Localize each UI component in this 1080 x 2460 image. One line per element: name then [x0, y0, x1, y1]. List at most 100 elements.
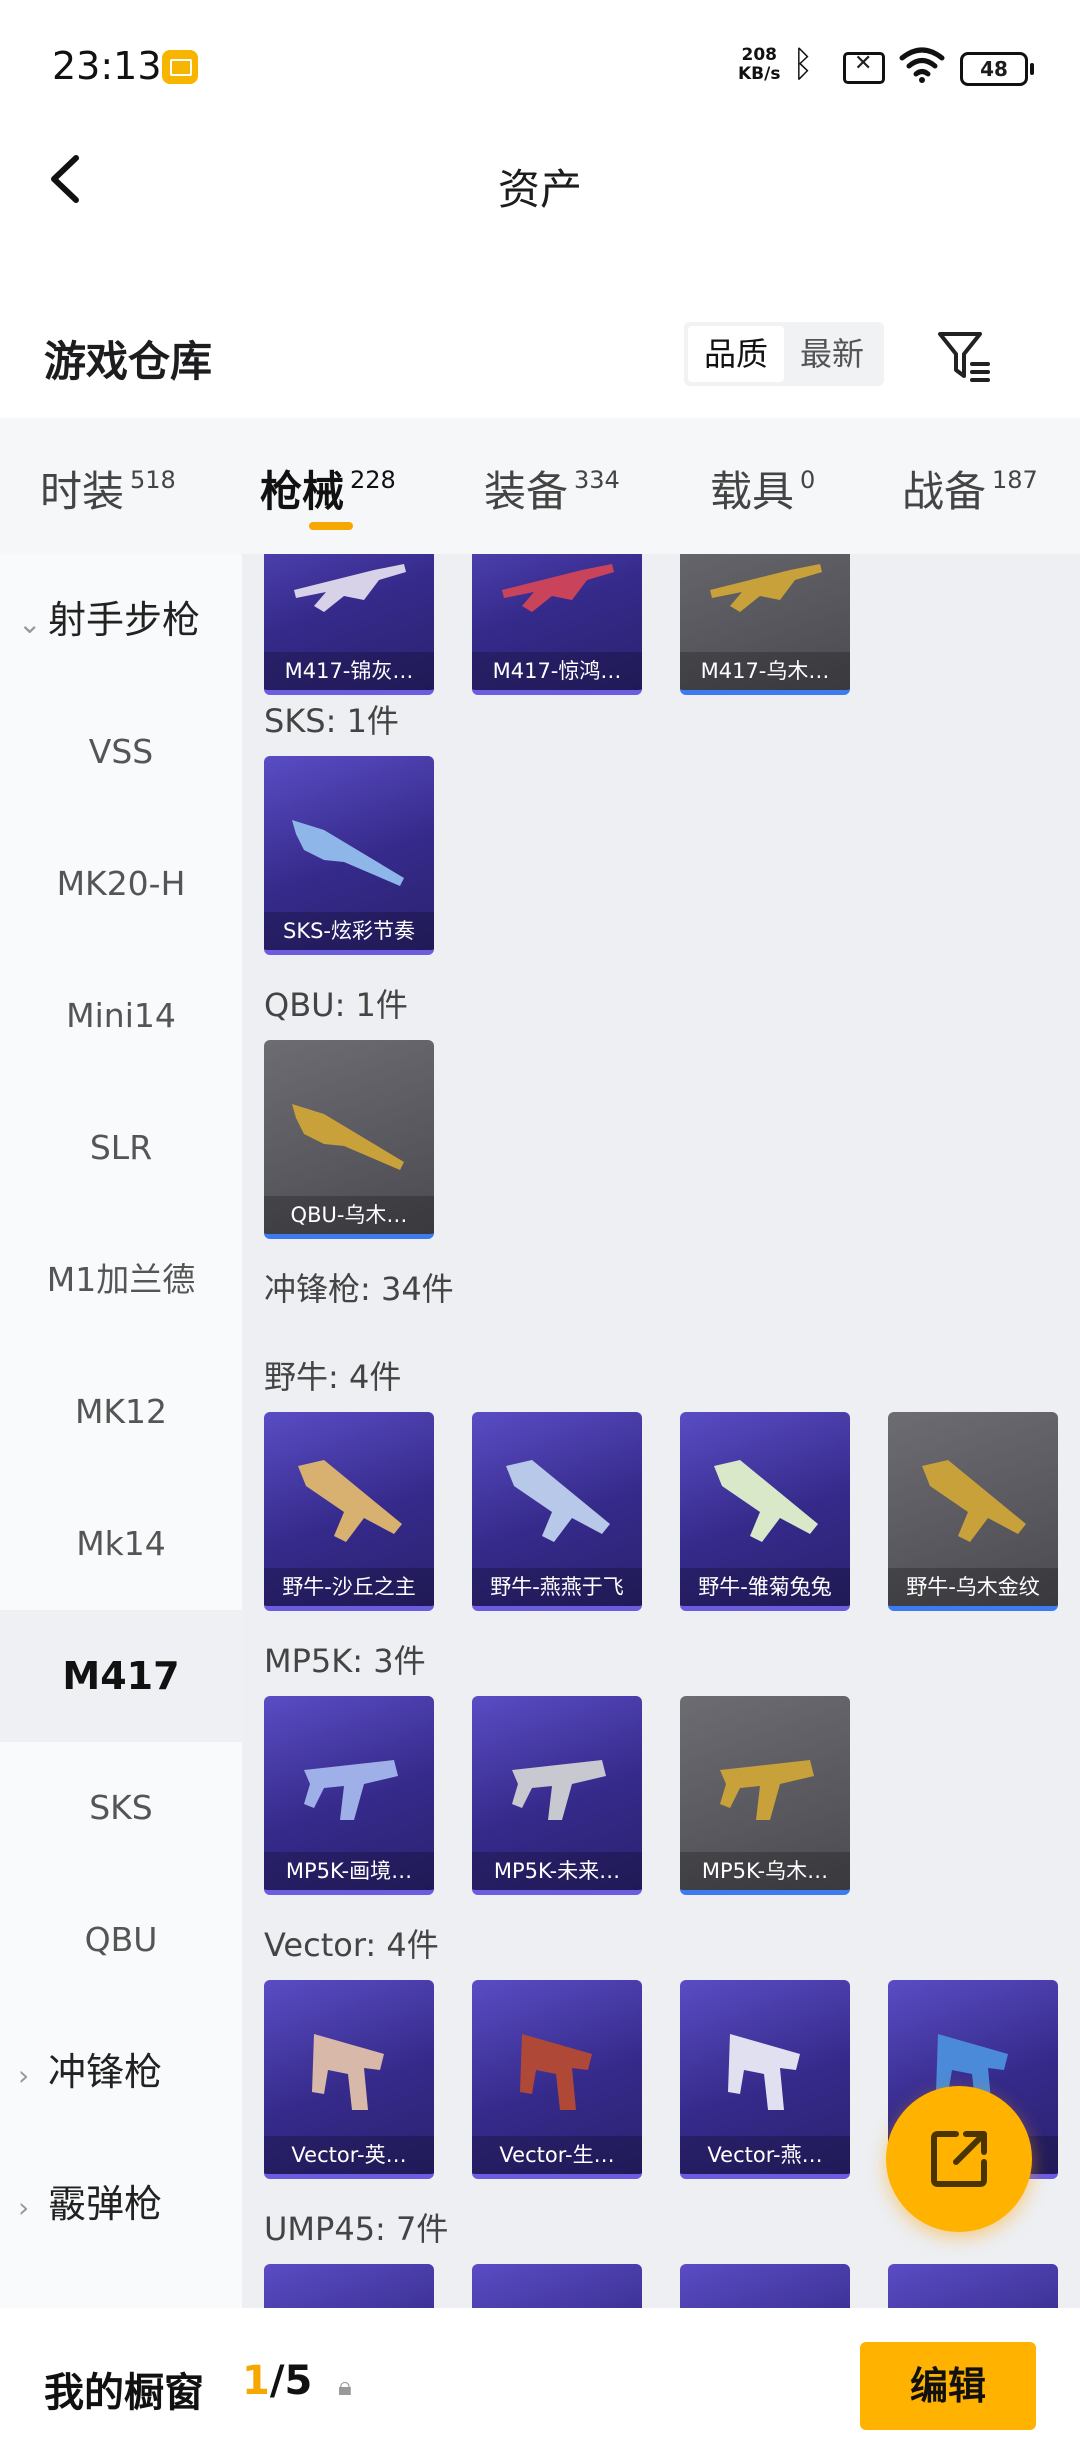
tab-vehicles[interactable]: 载具 0	[710, 458, 815, 519]
sidebar-item-m1-garand[interactable]: M1加兰德	[0, 1214, 242, 1346]
tab-fashion[interactable]: 时装 518	[40, 458, 176, 519]
net-speed-value: 208	[741, 45, 777, 65]
skin-name: MP5K-乌木…	[680, 1852, 850, 1890]
sidebar-group-smg[interactable]: › 冲锋枪	[0, 2006, 242, 2138]
tab-label: 枪械	[260, 467, 345, 516]
skin-card[interactable]: M417-乌木…	[680, 554, 850, 695]
skin-card[interactable]	[472, 2264, 642, 2308]
chevron-right-icon: ›	[18, 2191, 30, 2224]
tab-supplies[interactable]: 战备 187	[902, 458, 1038, 519]
tab-count: 187	[992, 466, 1038, 494]
section-header: SKS: 1件	[264, 702, 399, 740]
warehouse-header: 游戏仓库 品质 最新	[0, 300, 1080, 412]
sidebar-item-mk20h[interactable]: MK20-H	[0, 818, 242, 950]
tab-count: 0	[800, 466, 816, 494]
skin-card[interactable]: MP5K-乌木…	[680, 1696, 850, 1895]
battery-icon: 48	[960, 52, 1034, 86]
sort-latest-button[interactable]: 最新	[784, 322, 880, 386]
sidebar-item-mk14[interactable]: Mk14	[0, 1478, 242, 1610]
sidebar-group-label: 霰弹枪	[48, 2182, 163, 2226]
sidebar-item-slr[interactable]: SLR	[0, 1082, 242, 1214]
tab-equipment[interactable]: 装备 334	[484, 458, 620, 519]
skin-card[interactable]: M417-惊鸿…	[472, 554, 642, 695]
category-tabs: 时装 518 枪械 228 装备 334 载具 0 战备 187	[0, 418, 1080, 554]
section-header: MP5K: 3件	[264, 1642, 426, 1680]
tab-label: 战备	[902, 467, 987, 516]
sidebar-item-mk12[interactable]: MK12	[0, 1346, 242, 1478]
smg-icon	[304, 1760, 398, 1820]
share-button[interactable]	[886, 2086, 1032, 2232]
sim-off-icon	[843, 51, 885, 84]
skin-name: QBU-乌木…	[264, 1196, 434, 1234]
sidebar-group-shotgun[interactable]: › 霰弹枪	[0, 2138, 242, 2270]
sidebar-item-vss[interactable]: VSS	[0, 686, 242, 818]
message-icon	[162, 50, 198, 84]
page-title: 资产	[497, 165, 582, 214]
skin-name: Vector-燕…	[680, 2136, 850, 2174]
sidebar-group-marksman[interactable]: ⌄ 射手步枪	[0, 554, 242, 686]
skin-card[interactable]: 野牛-沙丘之主	[264, 1412, 434, 1611]
rifle-icon	[502, 564, 614, 612]
skin-card[interactable]: SKS-炫彩节奏	[264, 756, 434, 955]
skin-card[interactable]: M417-锦灰…	[264, 554, 434, 695]
chevron-down-icon: ⌄	[18, 607, 42, 640]
skin-card[interactable]: Vector-生…	[472, 1980, 642, 2179]
chevron-right-icon: ›	[18, 2059, 30, 2092]
rifle-icon	[294, 564, 406, 612]
skin-card[interactable]: 野牛-雏菊兔兔	[680, 1412, 850, 1611]
net-speed: 208 KB/s	[738, 46, 780, 84]
skin-name: MP5K-未来…	[472, 1852, 642, 1890]
tab-count: 334	[574, 466, 620, 494]
skin-card[interactable]: 野牛-燕燕于飞	[472, 1412, 642, 1611]
tab-count: 518	[130, 466, 176, 494]
showcase-count: 1/5	[242, 2358, 312, 2404]
edit-button[interactable]: 编辑	[860, 2342, 1036, 2430]
smg-icon	[520, 2034, 592, 2110]
warehouse-title: 游戏仓库	[44, 337, 213, 386]
showcase-bar: 我的橱窗 1/5 🔒︎ 编辑	[0, 2308, 1080, 2460]
skin-card[interactable]: Vector-英…	[264, 1980, 434, 2179]
smg-icon	[714, 1460, 818, 1542]
smg-icon	[922, 1460, 1026, 1542]
sort-quality-button[interactable]: 品质	[688, 326, 784, 382]
skin-card[interactable]: MP5K-画境…	[264, 1696, 434, 1895]
section-header: UMP45: 7件	[264, 2210, 449, 2248]
tab-firearms[interactable]: 枪械 228	[260, 458, 396, 519]
skin-card[interactable]: Vector-燕…	[680, 1980, 850, 2179]
skin-card[interactable]: MP5K-未来…	[472, 1696, 642, 1895]
smg-icon	[728, 2034, 800, 2110]
tab-count: 228	[350, 466, 396, 494]
lock-icon: 🔒︎	[338, 2372, 352, 2402]
tab-label: 时装	[40, 467, 125, 516]
section-header: QBU: 1件	[264, 986, 408, 1024]
sidebar-item-sks[interactable]: SKS	[0, 1742, 242, 1874]
showcase-total: /5	[269, 2358, 313, 2404]
section-header: Vector: 4件	[264, 1926, 439, 1964]
skin-name: SKS-炫彩节奏	[264, 912, 434, 950]
wifi-icon	[899, 47, 945, 83]
skin-card[interactable]: 野牛-乌木金纹	[888, 1412, 1058, 1611]
skin-card[interactable]	[264, 2264, 434, 2308]
skin-name: M417-惊鸿…	[472, 652, 642, 690]
sidebar-item-qbu[interactable]: QBU	[0, 1874, 242, 2006]
rifle-icon	[292, 1104, 404, 1170]
sidebar-item-m417[interactable]: M417	[0, 1610, 242, 1742]
filter-icon[interactable]	[934, 326, 994, 386]
skin-card[interactable]: QBU-乌木…	[264, 1040, 434, 1239]
status-time: 23:13	[52, 44, 162, 88]
sidebar-item-mini14[interactable]: Mini14	[0, 950, 242, 1082]
smg-icon	[720, 1760, 814, 1820]
smg-icon	[298, 1460, 402, 1542]
share-icon	[931, 2131, 987, 2187]
skin-name: Vector-生…	[472, 2136, 642, 2174]
active-tab-indicator	[309, 522, 353, 530]
smg-icon	[512, 1760, 606, 1820]
section-header: 野牛: 4件	[264, 1358, 402, 1396]
skin-name: M417-乌木…	[680, 652, 850, 690]
weapon-type-sidebar: ⌄ 射手步枪 VSS MK20-H Mini14 SLR M1加兰德 MK12 M…	[0, 554, 242, 2308]
nav-bar: 资产	[0, 130, 1080, 240]
skin-card[interactable]	[888, 2264, 1058, 2308]
weapon-grid: M417-锦灰… M417-惊鸿… M417-乌木… SKS: 1件 SKS-炫…	[242, 554, 1080, 2308]
skin-name: Vector-英…	[264, 2136, 434, 2174]
skin-card[interactable]	[680, 2264, 850, 2308]
